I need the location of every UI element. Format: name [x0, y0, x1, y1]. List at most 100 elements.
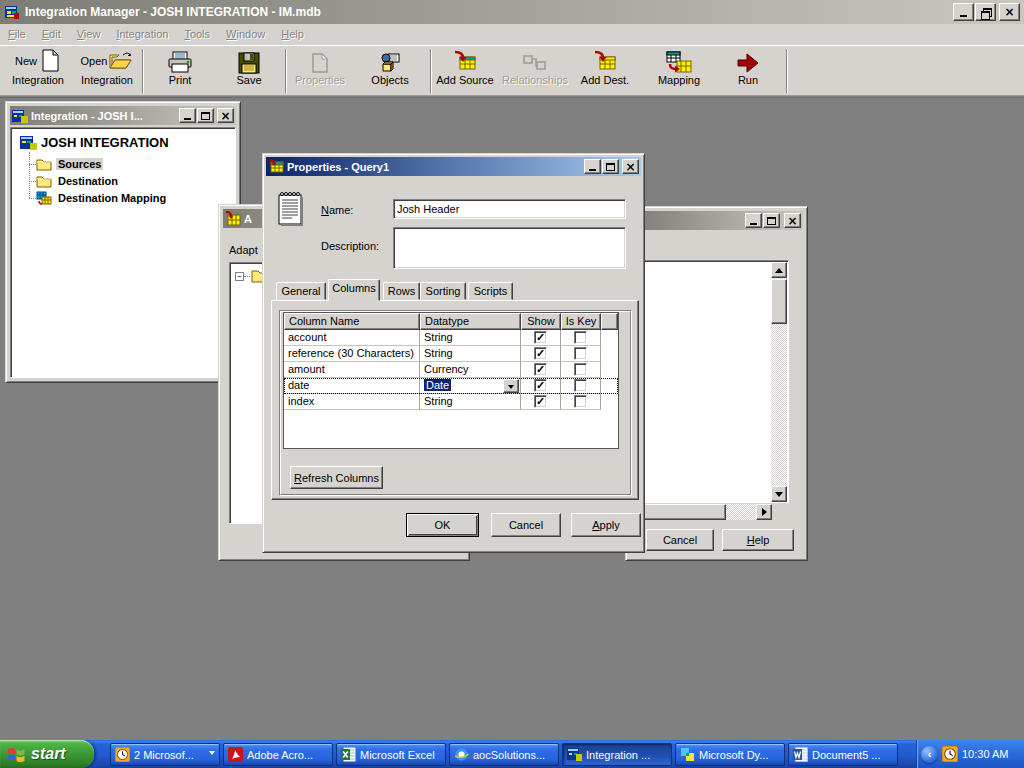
close-button[interactable]: ×	[622, 159, 639, 174]
dialog-titlebar: Properties - Query1 ×	[266, 157, 641, 176]
help-button[interactable]: Help	[722, 529, 794, 551]
vertical-scrollbar[interactable]	[771, 262, 787, 502]
iskey-checkbox[interactable]	[574, 395, 587, 408]
restore-button[interactable]	[975, 3, 996, 21]
tree-item-destination[interactable]: Destination	[36, 173, 120, 189]
task-acrobat[interactable]: Adobe Acro...	[223, 743, 333, 766]
menu-window[interactable]: Window	[218, 24, 273, 45]
tab-columns[interactable]: Columns	[328, 279, 380, 301]
close-button[interactable]: ×	[784, 213, 801, 228]
task-dynamics[interactable]: Microsoft Dy...	[675, 743, 785, 766]
scroll-right-button[interactable]	[756, 504, 772, 520]
grid-row[interactable]: index String ✓	[284, 394, 618, 410]
tab-sorting[interactable]: Sorting	[420, 282, 466, 300]
name-label: Name:	[321, 204, 353, 216]
folder-icon	[36, 175, 52, 188]
objects-button[interactable]: Objects	[358, 48, 422, 94]
iskey-checkbox[interactable]	[574, 331, 587, 344]
iskey-checkbox[interactable]	[574, 363, 587, 376]
menu-view[interactable]: View	[69, 24, 109, 45]
start-button[interactable]: start	[0, 740, 94, 768]
adapter-window-icon	[225, 211, 241, 226]
minimize-button[interactable]	[953, 3, 974, 21]
menu-edit[interactable]: Edit	[34, 24, 69, 45]
print-button[interactable]: Print	[148, 48, 212, 94]
columns-grid: Column Name Datatype Show Is Key account…	[283, 312, 619, 449]
task-ie[interactable]: aocSolutions...	[449, 743, 559, 766]
new-document-icon	[39, 49, 61, 73]
add-dest-button[interactable]: Add Dest.	[572, 48, 638, 94]
close-button[interactable]: ×	[999, 3, 1020, 21]
scroll-down-button[interactable]	[771, 486, 787, 502]
cancel-button[interactable]: Cancel	[491, 513, 561, 537]
grid-header-datatype[interactable]: Datatype	[420, 313, 521, 330]
maximize-button[interactable]	[602, 159, 619, 174]
scroll-up-button[interactable]	[771, 262, 787, 278]
taskbar: start 2 Microsof... Adobe Acro... Micros…	[0, 740, 1024, 768]
show-checkbox[interactable]: ✓	[534, 347, 547, 360]
tray-collapse-chevron[interactable]: ‹	[921, 746, 938, 763]
list-window-titlebar: ×	[630, 211, 803, 230]
tree-item-destination-mapping[interactable]: Destination Mapping	[36, 190, 168, 206]
iskey-checkbox[interactable]	[574, 347, 587, 360]
tray-clock: 10:30 AM	[962, 748, 1008, 760]
scroll-thumb[interactable]	[771, 279, 787, 324]
tab-general[interactable]: General	[276, 282, 326, 300]
tree-root[interactable]: JOSH INTEGRATION	[20, 134, 169, 150]
mapping-button[interactable]: Mapping	[645, 48, 713, 94]
grid-header-stub	[601, 313, 618, 330]
refresh-columns-button[interactable]: Refresh Columns	[290, 466, 383, 489]
task-integration[interactable]: Integration ...	[562, 743, 672, 766]
print-icon	[167, 50, 193, 74]
collapse-icon[interactable]: −	[235, 272, 244, 281]
maximize-button[interactable]	[763, 213, 780, 228]
minimize-button[interactable]	[179, 108, 196, 123]
adapters-label: Adapt	[229, 244, 258, 256]
menu-integration[interactable]: Integration	[108, 24, 176, 45]
word-icon	[793, 747, 808, 762]
menu-bar: File Edit View Integration Tools Window …	[0, 24, 1024, 46]
grid-header-iskey[interactable]: Is Key	[561, 313, 601, 330]
close-button[interactable]: ×	[217, 108, 234, 123]
grid-header-column-name[interactable]: Column Name	[284, 313, 420, 330]
integration-root-icon	[20, 135, 37, 150]
mapping-icon	[666, 50, 692, 74]
scroll-thumb[interactable]	[634, 504, 726, 520]
tree-item-sources[interactable]: Sources	[36, 156, 103, 172]
grid-row[interactable]: account String ✓	[284, 330, 618, 346]
show-checkbox[interactable]: ✓	[534, 395, 547, 408]
cancel-button[interactable]: Cancel	[646, 529, 714, 551]
ok-button[interactable]: OK	[406, 513, 479, 537]
task-outlook[interactable]: 2 Microsof...	[110, 743, 220, 766]
grid-header-show[interactable]: Show	[521, 313, 561, 330]
tab-scripts[interactable]: Scripts	[468, 282, 513, 300]
menu-file[interactable]: File	[0, 24, 34, 45]
integration-window-title: Integration - JOSH I...	[31, 110, 143, 122]
show-checkbox[interactable]: ✓	[534, 363, 547, 376]
menu-tools[interactable]: Tools	[176, 24, 218, 45]
description-input[interactable]	[393, 227, 626, 269]
minimize-button[interactable]	[745, 213, 762, 228]
show-checkbox[interactable]: ✓	[534, 331, 547, 344]
list-window-body: Cancel Help	[630, 232, 803, 556]
add-source-button[interactable]: Add Source	[432, 48, 498, 94]
horizontal-scrollbar[interactable]	[634, 504, 772, 520]
properties-dialog: Properties - Query1 × Name: Description:…	[262, 153, 645, 553]
name-input[interactable]	[393, 199, 626, 219]
tab-rows[interactable]: Rows	[383, 282, 420, 300]
save-button[interactable]: Save	[217, 48, 281, 94]
main-title: Integration Manager - JOSH INTEGRATION -…	[25, 5, 321, 19]
apply-button[interactable]: Apply	[571, 513, 641, 537]
grid-row[interactable]: amount Currency ✓	[284, 362, 618, 378]
menu-help[interactable]: Help	[273, 24, 312, 45]
run-button[interactable]: Run	[716, 48, 780, 94]
open-integration-button[interactable]: Open Integration	[74, 48, 140, 94]
new-integration-button[interactable]: New Integration	[4, 48, 72, 94]
mdi-client-area: Integration - JOSH I... × JOSH INTEGRATI…	[0, 97, 1024, 740]
task-excel[interactable]: Microsoft Excel	[336, 743, 446, 766]
minimize-button[interactable]	[584, 159, 601, 174]
grid-row-editing[interactable]: date Date ✓	[284, 378, 618, 394]
grid-row[interactable]: reference (30 Characters) String ✓	[284, 346, 618, 362]
task-word[interactable]: Document5 ...	[788, 743, 898, 766]
maximize-button[interactable]	[197, 108, 214, 123]
